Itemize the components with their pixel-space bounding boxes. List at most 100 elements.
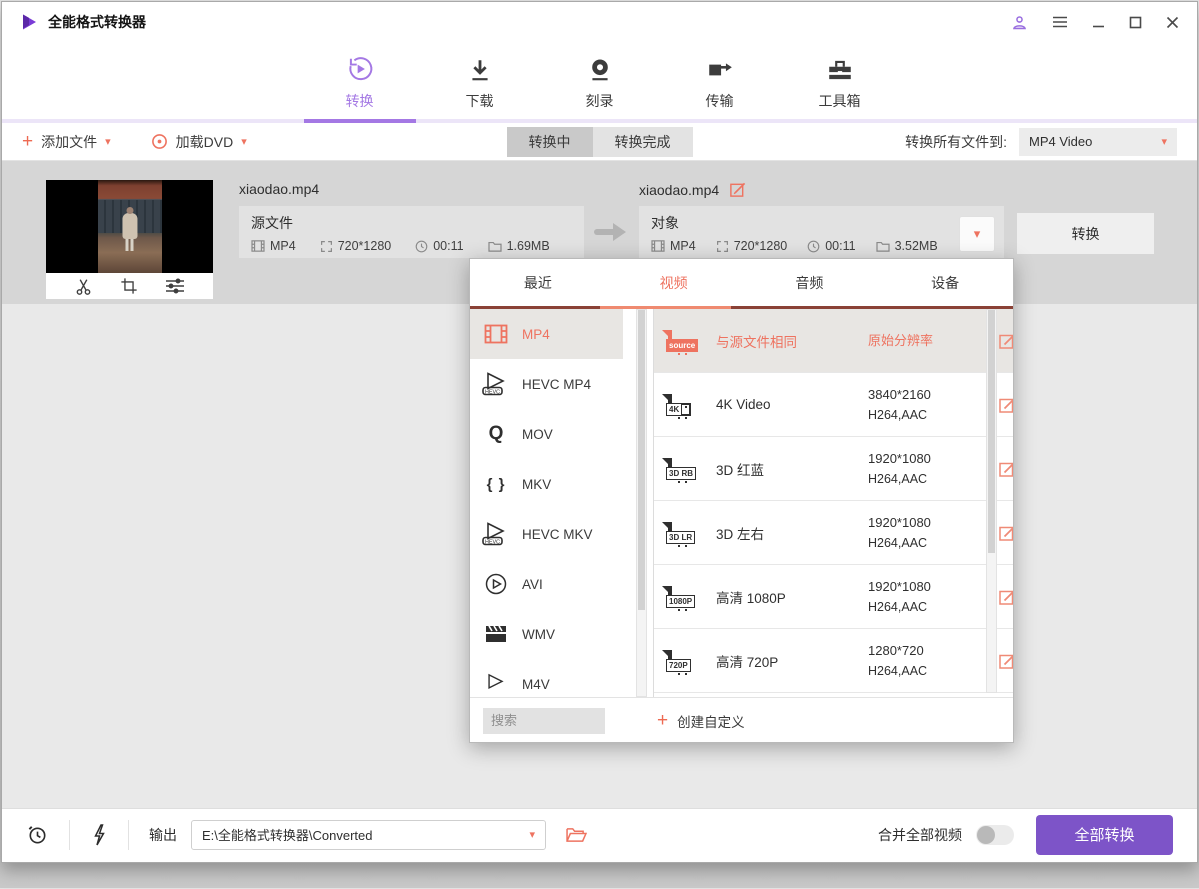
convert-row-button[interactable]: 转换 bbox=[1017, 213, 1154, 254]
edit-preset-icon[interactable] bbox=[998, 460, 1013, 478]
high-speed-bolt-icon[interactable] bbox=[90, 824, 108, 846]
target-resolution: 720*1280 bbox=[734, 239, 788, 253]
output-path-value: E:\全能格式转换器\Converted bbox=[202, 825, 373, 844]
maximize-button[interactable] bbox=[1129, 16, 1142, 29]
format-row-mkv[interactable]: { } MKV bbox=[470, 459, 623, 509]
m4v-play-icon bbox=[470, 673, 522, 695]
preset-row-3d-left-right[interactable]: 3D LR 3D 左右 1920*1080H264,AAC bbox=[654, 501, 1013, 565]
chevron-down-icon: ▾ bbox=[105, 135, 111, 148]
duration-clock-icon bbox=[807, 240, 820, 253]
format-list-scrollbar[interactable] bbox=[636, 309, 647, 697]
source-format: MP4 bbox=[270, 239, 296, 253]
tab-converting[interactable]: 转换中 bbox=[507, 127, 593, 157]
film-icon bbox=[651, 240, 665, 252]
edit-preset-icon[interactable] bbox=[998, 396, 1013, 414]
format-row-mov[interactable]: Q MOV bbox=[470, 409, 623, 459]
720p-doc-icon: 720P bbox=[668, 652, 716, 670]
trim-scissors-icon[interactable] bbox=[74, 277, 93, 296]
tab-convert-label: 转换 bbox=[346, 91, 374, 111]
source-resolution: 720*1280 bbox=[338, 239, 392, 253]
popup-tab-audio[interactable]: 音频 bbox=[742, 259, 878, 306]
target-box-title: 对象 bbox=[651, 213, 992, 233]
tab-finished[interactable]: 转换完成 bbox=[593, 127, 693, 157]
add-files-label: 添加文件 bbox=[41, 132, 97, 152]
target-info-box: 对象 MP4 720*1280 00:11 3.52MB bbox=[639, 206, 1004, 258]
convert-to-select[interactable]: MP4 Video ▾ bbox=[1019, 128, 1177, 156]
source-info-box: 源文件 MP4 720*1280 00:11 1.69MB bbox=[239, 206, 584, 258]
output-path-select[interactable]: E:\全能格式转换器\Converted ▾ bbox=[191, 820, 546, 850]
edit-preset-icon[interactable] bbox=[998, 588, 1013, 606]
convert-direction-arrow-icon bbox=[594, 221, 628, 243]
crop-icon[interactable] bbox=[120, 277, 138, 295]
person-figure bbox=[122, 213, 137, 239]
preset-list-scrollbar[interactable] bbox=[986, 309, 997, 693]
tab-download-label: 下载 bbox=[466, 91, 494, 111]
video-thumbnail bbox=[46, 180, 213, 299]
add-files-button[interactable]: + 添加文件 ▾ bbox=[22, 132, 111, 152]
tab-burn[interactable]: 刻录 bbox=[562, 42, 638, 123]
popup-tab-device[interactable]: 设备 bbox=[877, 259, 1013, 306]
merge-videos-label: 合并全部视频 bbox=[878, 825, 962, 845]
quicktime-q-icon: Q bbox=[470, 423, 522, 445]
minimize-button[interactable] bbox=[1092, 16, 1105, 29]
popup-tab-video[interactable]: 视频 bbox=[606, 259, 742, 306]
rename-edit-icon[interactable] bbox=[729, 181, 746, 198]
edit-preset-icon[interactable] bbox=[998, 524, 1013, 542]
popup-tab-recent[interactable]: 最近 bbox=[470, 259, 606, 306]
preset-row-3d-red-blue[interactable]: 3D RB 3D 红蓝 1920*1080H264,AAC bbox=[654, 437, 1013, 501]
format-row-wmv[interactable]: WMV bbox=[470, 609, 623, 659]
clapperboard-icon bbox=[470, 624, 522, 644]
tab-convert[interactable]: 转换 bbox=[322, 42, 398, 123]
tab-download[interactable]: 下载 bbox=[442, 42, 518, 123]
film-icon bbox=[251, 240, 265, 252]
app-logo-icon bbox=[20, 13, 38, 31]
tab-toolbox-label: 工具箱 bbox=[819, 91, 861, 111]
app-window: 全能格式转换器 转换 bbox=[1, 1, 1198, 863]
source-box-title: 源文件 bbox=[251, 213, 572, 233]
effects-sliders-icon[interactable] bbox=[165, 277, 185, 295]
convert-all-button[interactable]: 全部转换 bbox=[1036, 815, 1173, 855]
convert-to-value: MP4 Video bbox=[1029, 134, 1092, 149]
format-row-hevc-mkv[interactable]: HEVC HEVC MKV bbox=[470, 509, 623, 559]
target-format-dropdown-button[interactable]: ▾ bbox=[959, 216, 995, 252]
edit-preset-icon[interactable] bbox=[998, 332, 1013, 350]
source-doc-icon: source bbox=[668, 332, 716, 350]
target-size: 3.52MB bbox=[895, 239, 938, 253]
merge-videos-toggle[interactable] bbox=[976, 825, 1014, 845]
burn-disc-icon bbox=[587, 55, 613, 83]
output-label: 输出 bbox=[149, 825, 177, 845]
convert-to-label: 转换所有文件到: bbox=[905, 132, 1007, 152]
tab-transfer[interactable]: 传输 bbox=[682, 42, 758, 123]
preset-row-4k[interactable]: 4K 4K Video 3840*2160H264,AAC bbox=[654, 373, 1013, 437]
account-icon[interactable] bbox=[1011, 14, 1028, 31]
format-row-hevc-mp4[interactable]: HEVC HEVC MP4 bbox=[470, 359, 623, 409]
preset-row-same-as-source[interactable]: source 与源文件相同 原始分辨率 bbox=[654, 309, 1013, 373]
4k-doc-icon: 4K bbox=[668, 396, 716, 414]
preset-row-hd-720p[interactable]: 720P 高清 720P 1280*720H264,AAC bbox=[654, 629, 1013, 693]
svg-text:HEVC: HEVC bbox=[485, 389, 500, 395]
create-custom-button[interactable]: + 创建自定义 bbox=[657, 711, 745, 731]
clip-toolbar bbox=[46, 273, 213, 299]
search-input[interactable] bbox=[483, 708, 605, 734]
schedule-alarm-icon[interactable] bbox=[26, 823, 49, 846]
menu-icon[interactable] bbox=[1052, 15, 1068, 29]
file-size-folder-icon bbox=[876, 240, 890, 252]
preset-row-hd-1080p[interactable]: 1080P 高清 1080P 1920*1080H264,AAC bbox=[654, 565, 1013, 629]
mp4-film-icon bbox=[470, 324, 522, 344]
hevc-play-icon: HEVC bbox=[470, 372, 522, 396]
edit-preset-icon[interactable] bbox=[998, 652, 1013, 670]
close-button[interactable] bbox=[1166, 16, 1179, 29]
dvd-disc-icon bbox=[151, 133, 168, 150]
chevron-down-icon: ▾ bbox=[529, 828, 535, 841]
format-row-avi[interactable]: AVI bbox=[470, 559, 623, 609]
bottom-bar: 输出 E:\全能格式转换器\Converted ▾ 合并全部视频 全部转换 bbox=[2, 808, 1197, 860]
3d-lr-doc-icon: 3D LR bbox=[668, 524, 716, 542]
toolbar: + 添加文件 ▾ 加载DVD ▾ 转换中 转换完成 转换所有文件到: MP4 V… bbox=[2, 123, 1197, 161]
tab-toolbox[interactable]: 工具箱 bbox=[802, 42, 878, 123]
load-dvd-button[interactable]: 加载DVD ▾ bbox=[151, 132, 247, 152]
target-file-name: xiaodao.mp4 bbox=[639, 182, 719, 198]
format-row-m4v[interactable]: M4V bbox=[470, 659, 623, 697]
format-row-mp4[interactable]: MP4 bbox=[470, 309, 623, 359]
open-folder-icon[interactable] bbox=[566, 826, 587, 843]
preset-list: source 与源文件相同 原始分辨率 4K 4K Video 3840*216… bbox=[653, 309, 1013, 697]
